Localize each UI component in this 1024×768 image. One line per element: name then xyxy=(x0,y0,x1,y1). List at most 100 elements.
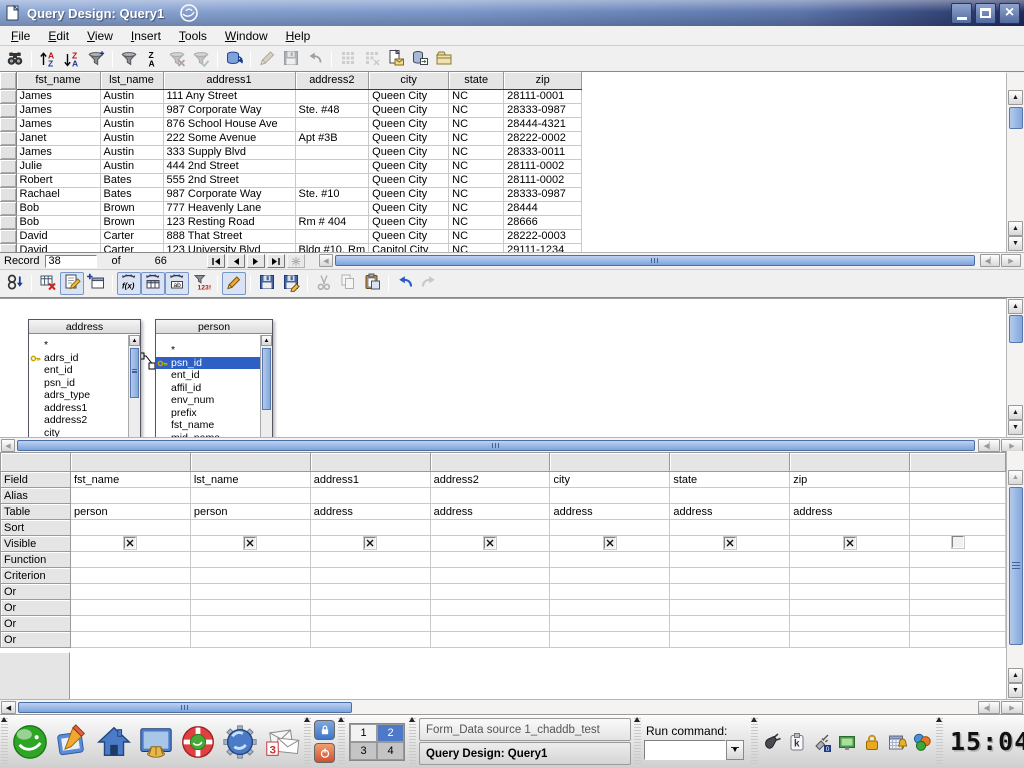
row-selector[interactable] xyxy=(0,215,16,229)
table-cell[interactable] xyxy=(910,504,1006,520)
table-cell[interactable]: Queen City xyxy=(369,117,449,131)
undo-button[interactable] xyxy=(393,272,417,295)
empty-cell[interactable] xyxy=(70,568,190,584)
table-cell[interactable]: NC xyxy=(449,229,504,243)
edit-button[interactable] xyxy=(222,272,246,295)
table-cell[interactable]: Apt #3B xyxy=(295,131,369,145)
undo-data-button[interactable] xyxy=(303,48,327,71)
close-button[interactable]: × xyxy=(999,3,1020,24)
empty-cell[interactable] xyxy=(670,488,790,504)
table-cell[interactable]: Brown xyxy=(100,201,163,215)
klipper-icon[interactable]: k xyxy=(786,731,808,753)
design-horizontal-scrollbar[interactable]: ◀ ◀▏ ▶ xyxy=(0,437,1024,452)
empty-cell[interactable] xyxy=(310,584,430,600)
table-cell[interactable]: 555 2nd Street xyxy=(163,173,295,187)
empty-cell[interactable] xyxy=(790,520,910,536)
visible-cell[interactable] xyxy=(70,536,190,552)
empty-cell[interactable] xyxy=(310,520,430,536)
empty-cell[interactable] xyxy=(790,568,910,584)
paste-button[interactable] xyxy=(360,272,384,295)
table-cell[interactable]: James xyxy=(16,103,100,117)
table-cell[interactable]: 123 University Blvd xyxy=(163,243,295,252)
field-item[interactable]: psn_id xyxy=(156,357,272,370)
new-record-button[interactable] xyxy=(287,254,305,268)
field-item[interactable]: ent_id xyxy=(156,369,272,382)
field-item[interactable]: env_num xyxy=(156,394,272,407)
empty-cell[interactable] xyxy=(670,520,790,536)
empty-cell[interactable] xyxy=(70,600,190,616)
row-selector[interactable] xyxy=(0,201,16,215)
table-cell[interactable]: Rachael xyxy=(16,187,100,201)
sort-order-button[interactable]: ZA xyxy=(141,48,165,71)
table-cell[interactable] xyxy=(295,201,369,215)
menu-help[interactable]: Help xyxy=(277,27,320,45)
table-cell[interactable]: person xyxy=(190,504,310,520)
scroll-up-icon[interactable]: ▲ xyxy=(1008,405,1023,420)
menu-insert[interactable]: Insert xyxy=(122,27,170,45)
table-cell[interactable]: NC xyxy=(449,103,504,117)
table-cell[interactable]: 123 Resting Road xyxy=(163,215,295,229)
scroll-up-icon[interactable]: ▲ xyxy=(1008,221,1023,236)
empty-cell[interactable] xyxy=(550,632,670,648)
table-cell[interactable]: Janet xyxy=(16,131,100,145)
scroll-right-icon[interactable]: ▶ xyxy=(1001,701,1023,714)
grid-column-header[interactable] xyxy=(190,453,310,472)
scroll-left-icon[interactable]: ◀▏ xyxy=(980,254,1000,267)
empty-cell[interactable] xyxy=(550,568,670,584)
empty-cell[interactable] xyxy=(190,632,310,648)
column-header-state[interactable]: state xyxy=(449,72,504,89)
empty-cell[interactable] xyxy=(310,568,430,584)
table-cell[interactable]: Robert xyxy=(16,173,100,187)
table-cell[interactable]: 444 2nd Street xyxy=(163,159,295,173)
scroll-thumb[interactable] xyxy=(17,440,975,451)
table-cell[interactable]: NC xyxy=(449,243,504,252)
field-item[interactable]: fst_name xyxy=(156,419,272,432)
empty-cell[interactable] xyxy=(550,520,670,536)
field-item[interactable]: psn_id xyxy=(29,377,140,390)
clear-query-button[interactable] xyxy=(36,272,60,295)
design-table-address[interactable]: address*adrs_ident_idpsn_idadrs_typeaddr… xyxy=(28,319,141,437)
table-cell[interactable]: Ste. #48 xyxy=(295,103,369,117)
calendar-alarm-icon[interactable] xyxy=(886,731,908,753)
table-cell[interactable]: 987 Corporate Way xyxy=(163,187,295,201)
record-number-input[interactable]: 38 xyxy=(45,255,97,268)
scroll-thumb[interactable] xyxy=(18,702,352,713)
table-cell[interactable]: 28333-0011 xyxy=(504,145,582,159)
scroll-up-icon[interactable]: ▲ xyxy=(1008,470,1023,485)
pager-desktop-1[interactable]: 1 xyxy=(350,724,377,742)
row-selector[interactable] xyxy=(0,159,16,173)
field-item[interactable]: adrs_type xyxy=(29,389,140,402)
previous-record-button[interactable] xyxy=(227,254,245,268)
table-cell[interactable]: 28444-4321 xyxy=(504,117,582,131)
empty-cell[interactable] xyxy=(70,632,190,648)
shutdown-icon[interactable] xyxy=(314,743,335,763)
panel-handle[interactable] xyxy=(751,718,758,766)
panel-handle[interactable] xyxy=(304,718,311,766)
scroll-left-icon[interactable]: ◀▏ xyxy=(978,439,1000,452)
empty-cell[interactable] xyxy=(310,552,430,568)
table-cell[interactable]: 28111-0001 xyxy=(504,89,582,103)
panel-handle[interactable] xyxy=(1,718,8,766)
visible-cell[interactable] xyxy=(310,536,430,552)
visible-checkbox[interactable] xyxy=(844,537,856,549)
save-record-button[interactable] xyxy=(279,48,303,71)
visible-checkbox[interactable] xyxy=(724,537,736,549)
empty-cell[interactable] xyxy=(790,552,910,568)
mail-icon[interactable]: 3 xyxy=(261,720,303,764)
functions-button[interactable]: f(x) xyxy=(117,272,141,295)
empty-cell[interactable] xyxy=(790,616,910,632)
empty-cell[interactable] xyxy=(550,488,670,504)
taskbar-window-button[interactable]: Query Design: Query1 xyxy=(419,742,631,765)
table-cell[interactable]: Julie xyxy=(16,159,100,173)
table-cell[interactable]: NC xyxy=(449,215,504,229)
field-item[interactable]: * xyxy=(156,344,272,357)
save-as-button[interactable] xyxy=(279,272,303,295)
visible-checkbox[interactable] xyxy=(604,537,616,549)
field-item[interactable]: ent_id xyxy=(29,364,140,377)
table-cell[interactable]: Bob xyxy=(16,201,100,215)
empty-cell[interactable] xyxy=(310,616,430,632)
panel-handle[interactable] xyxy=(338,718,345,766)
empty-cell[interactable] xyxy=(790,632,910,648)
field-item[interactable]: affil_id xyxy=(156,382,272,395)
scroll-up-icon[interactable]: ▲ xyxy=(129,335,140,346)
